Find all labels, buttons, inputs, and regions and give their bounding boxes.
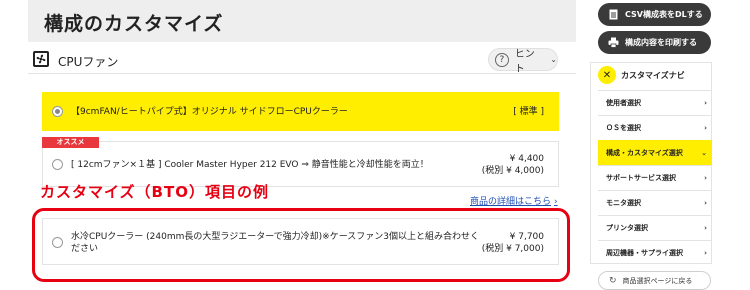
price-taxed: ¥ 4,400	[509, 154, 544, 164]
tools-icon: ✕	[598, 66, 616, 84]
option-radio[interactable]	[52, 159, 63, 170]
nav-item-label: サポートサービス選択	[606, 174, 676, 182]
csv-button-label: CSV構成表をDLする	[625, 10, 703, 19]
annotation-label: カスタマイズ（BTO）項目の例	[40, 183, 269, 201]
price-untaxed: (税別 ¥ 4,000)	[481, 166, 544, 176]
print-button[interactable]: 構成内容を印刷する	[598, 31, 711, 54]
nav-item-support[interactable]: サポートサービス選択 ›	[598, 165, 712, 190]
nav-item-label: 使用者選択	[606, 99, 641, 107]
nav-item-monitor[interactable]: モニタ選択 ›	[598, 190, 712, 215]
fan-icon	[33, 51, 49, 67]
nav-item-customize[interactable]: 構成・カスタマイズ選択 ⌄	[598, 140, 712, 165]
hint-label: ヒント	[514, 48, 535, 75]
printer-icon	[608, 37, 619, 48]
chevron-right-icon: ›	[704, 249, 707, 257]
back-button-label: 商品選択ページに戻る	[622, 276, 693, 285]
nav-title: カスタマイズナビ	[621, 70, 685, 80]
option-name: [ 12cmファン×１基 ] Cooler Master Hyper 212 E…	[71, 160, 429, 170]
chevron-down-icon: ⌄	[701, 149, 707, 157]
chevron-right-icon: ›	[704, 99, 707, 107]
option-name: 【9cmFAN/ヒートパイプ式】オリジナル サイドフローCPUクーラー	[71, 107, 348, 117]
nav-item-os[interactable]: ＯＳを選択 ›	[598, 115, 712, 140]
nav-item-printer[interactable]: プリンタ選択 ›	[598, 215, 712, 240]
nav-item-label: モニタ選択	[606, 199, 641, 207]
nav-item-label: 構成・カスタマイズ選択	[606, 149, 683, 157]
document-icon	[608, 9, 619, 20]
page-title: 構成のカスタマイズ	[44, 13, 224, 35]
option-row[interactable]: 【9cmFAN/ヒートパイプ式】オリジナル サイドフローCPUクーラー [ 標準…	[42, 92, 559, 131]
nav-header: ✕ カスタマイズナビ	[598, 64, 708, 86]
chevron-right-icon: ›	[554, 197, 558, 207]
nav-item-peripherals[interactable]: 周辺機器・サプライ選択 ›	[598, 240, 712, 265]
nav-item-label: 周辺機器・サプライ選択	[606, 249, 683, 257]
nav-item-label: プリンタ選択	[606, 224, 648, 232]
nav-item-user[interactable]: 使用者選択 ›	[598, 90, 712, 115]
chevron-down-icon: ⌄	[550, 55, 557, 64]
back-to-product-button[interactable]: ↻ 商品選択ページに戻る	[598, 271, 711, 290]
hint-button[interactable]: ? ヒント ⌄	[488, 48, 558, 75]
nav-item-label: ＯＳを選択	[606, 124, 641, 132]
option-price: [ 標準 ]	[513, 107, 544, 117]
option-radio[interactable]	[52, 106, 63, 117]
recommended-badge: オススメ	[42, 137, 99, 148]
option-price: ¥ 4,400 (税別 ¥ 4,000)	[482, 153, 544, 177]
section-title: CPUファン	[58, 55, 119, 69]
chevron-right-icon: ›	[704, 174, 707, 182]
print-button-label: 構成内容を印刷する	[625, 38, 697, 47]
chevron-right-icon: ›	[704, 199, 707, 207]
refresh-icon: ↻	[609, 275, 617, 286]
chevron-right-icon: ›	[704, 224, 707, 232]
csv-download-button[interactable]: CSV構成表をDLする	[598, 3, 711, 26]
product-details-link[interactable]: 商品の詳細はこちら ›	[470, 194, 558, 207]
details-link-label: 商品の詳細はこちら	[470, 197, 552, 207]
chevron-right-icon: ›	[704, 124, 707, 132]
highlight-frame	[32, 208, 570, 282]
question-icon: ?	[495, 52, 509, 67]
